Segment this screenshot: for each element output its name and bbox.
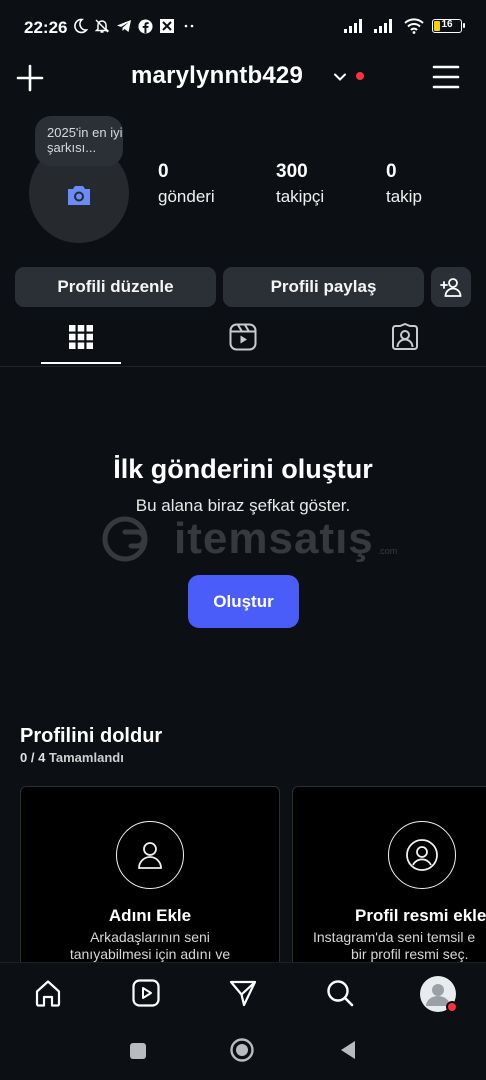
person-icon-circle <box>116 821 184 889</box>
profile-photo-icon <box>406 839 438 871</box>
moon-icon <box>74 18 88 34</box>
empty-state-subtitle: Bu alana biraz şefkat göster. <box>135 496 351 515</box>
person-icon <box>138 842 162 869</box>
followers-label: takipçi <box>276 187 325 206</box>
menu-button[interactable] <box>432 63 460 91</box>
stat-following[interactable]: 0 takip <box>386 161 422 207</box>
signal-icon <box>344 19 362 33</box>
discover-people-button[interactable] <box>431 267 471 307</box>
add-name-title: Adını Ekle <box>108 906 192 925</box>
empty-state-title: İlk gönderini oluştur <box>113 454 373 484</box>
edit-profile-button[interactable]: Profili düzenle <box>15 267 216 307</box>
create-post-button[interactable]: Oluştur <box>188 575 299 628</box>
hamburger-menu-icon <box>432 65 460 89</box>
reels-nav-icon <box>132 979 160 1007</box>
nav-direct[interactable] <box>229 979 257 1007</box>
app-grid-icon <box>160 19 174 33</box>
bottom-navigation <box>0 962 486 1025</box>
status-bar: 22:26 16 <box>0 0 486 52</box>
battery-icon: 16 <box>432 19 465 33</box>
wifi-icon <box>404 18 424 34</box>
tab-posts-grid[interactable] <box>69 325 93 349</box>
followers-count: 300 <box>276 161 308 182</box>
add-name-card[interactable]: Adını Ekle Arkadaşlarının seni tanıyabil… <box>20 786 280 988</box>
nav-reels[interactable] <box>132 979 160 1007</box>
square-icon <box>130 1043 146 1059</box>
recents-button[interactable] <box>129 1042 147 1060</box>
profile-note-bubble[interactable]: 2025'in en iyi şarkısı... <box>35 116 123 166</box>
watermark-suffix: .com <box>377 546 398 556</box>
back-button[interactable] <box>339 1040 357 1060</box>
nav-home[interactable] <box>34 979 62 1007</box>
plus-icon <box>16 64 44 92</box>
watermark-chain-icon <box>102 516 148 562</box>
more-dots-icon <box>184 24 194 28</box>
direct-icon <box>229 980 257 1007</box>
username-switcher[interactable]: marylynntb429 <box>131 62 303 90</box>
profile-fill-progress: 0 / 4 Tamamlandı <box>20 750 124 765</box>
following-label: takip <box>386 187 422 206</box>
watermark-text: itemsatış <box>174 514 374 563</box>
watermark-logo: itemsatış .com <box>102 514 397 564</box>
active-tab-indicator <box>41 362 121 364</box>
battery-level: 16 <box>441 19 453 30</box>
progress-label: Tamamlandı <box>48 750 124 765</box>
home-icon <box>35 980 61 1007</box>
status-time: 22:26 <box>24 18 68 37</box>
tagged-icon <box>392 323 418 350</box>
circle-home-icon <box>230 1038 254 1062</box>
home-system-button[interactable] <box>230 1038 254 1062</box>
posts-label: gönderi <box>158 187 215 206</box>
stat-followers[interactable]: 300 takipçi <box>276 161 324 207</box>
tab-divider <box>0 366 486 367</box>
progress-count: 0 / 4 <box>20 750 46 765</box>
add-photo-text-line-1: Instagram'da seni temsil e <box>313 929 476 945</box>
stat-posts[interactable]: 0 gönderi <box>158 161 215 207</box>
reels-icon <box>229 323 257 351</box>
share-profile-button[interactable]: Profili paylaş <box>223 267 424 307</box>
grid-icon <box>69 325 93 349</box>
add-name-text-line-1: Arkadaşlarının seni <box>90 929 210 945</box>
add-photo-title: Profil resmi ekle <box>355 906 486 925</box>
following-count: 0 <box>386 161 397 182</box>
add-profile-photo-card[interactable]: Profil resmi ekle Instagram'da seni tems… <box>292 786 486 988</box>
status-notification-icons <box>72 18 197 34</box>
posts-count: 0 <box>158 161 169 182</box>
add-name-text-line-2: tanıyabilmesi için adını ve <box>69 946 231 962</box>
profile-fill-title: Profilini doldur <box>20 725 163 747</box>
profile-avatar-icon <box>420 976 457 1013</box>
search-icon <box>327 980 354 1007</box>
signal-icon-2 <box>374 19 392 33</box>
back-triangle-icon <box>341 1041 355 1059</box>
new-post-button[interactable] <box>16 64 44 92</box>
tab-reels[interactable] <box>229 323 257 351</box>
nav-profile[interactable] <box>419 975 457 1013</box>
tab-tagged[interactable] <box>391 323 419 351</box>
camera-icon <box>68 186 90 205</box>
notification-dot <box>356 72 364 80</box>
profile-photo-icon-circle <box>388 821 456 889</box>
add-person-icon <box>440 278 462 297</box>
telegram-icon <box>117 20 131 32</box>
facebook-icon <box>138 18 153 34</box>
system-navigation-bar <box>0 1024 486 1080</box>
bell-off-icon <box>94 19 110 33</box>
add-photo-text-line-2: bir profil resmi seç. <box>351 946 469 962</box>
status-system-icons: 16 <box>344 18 465 34</box>
nav-search[interactable] <box>326 979 354 1007</box>
chevron-down-icon[interactable] <box>333 70 347 84</box>
